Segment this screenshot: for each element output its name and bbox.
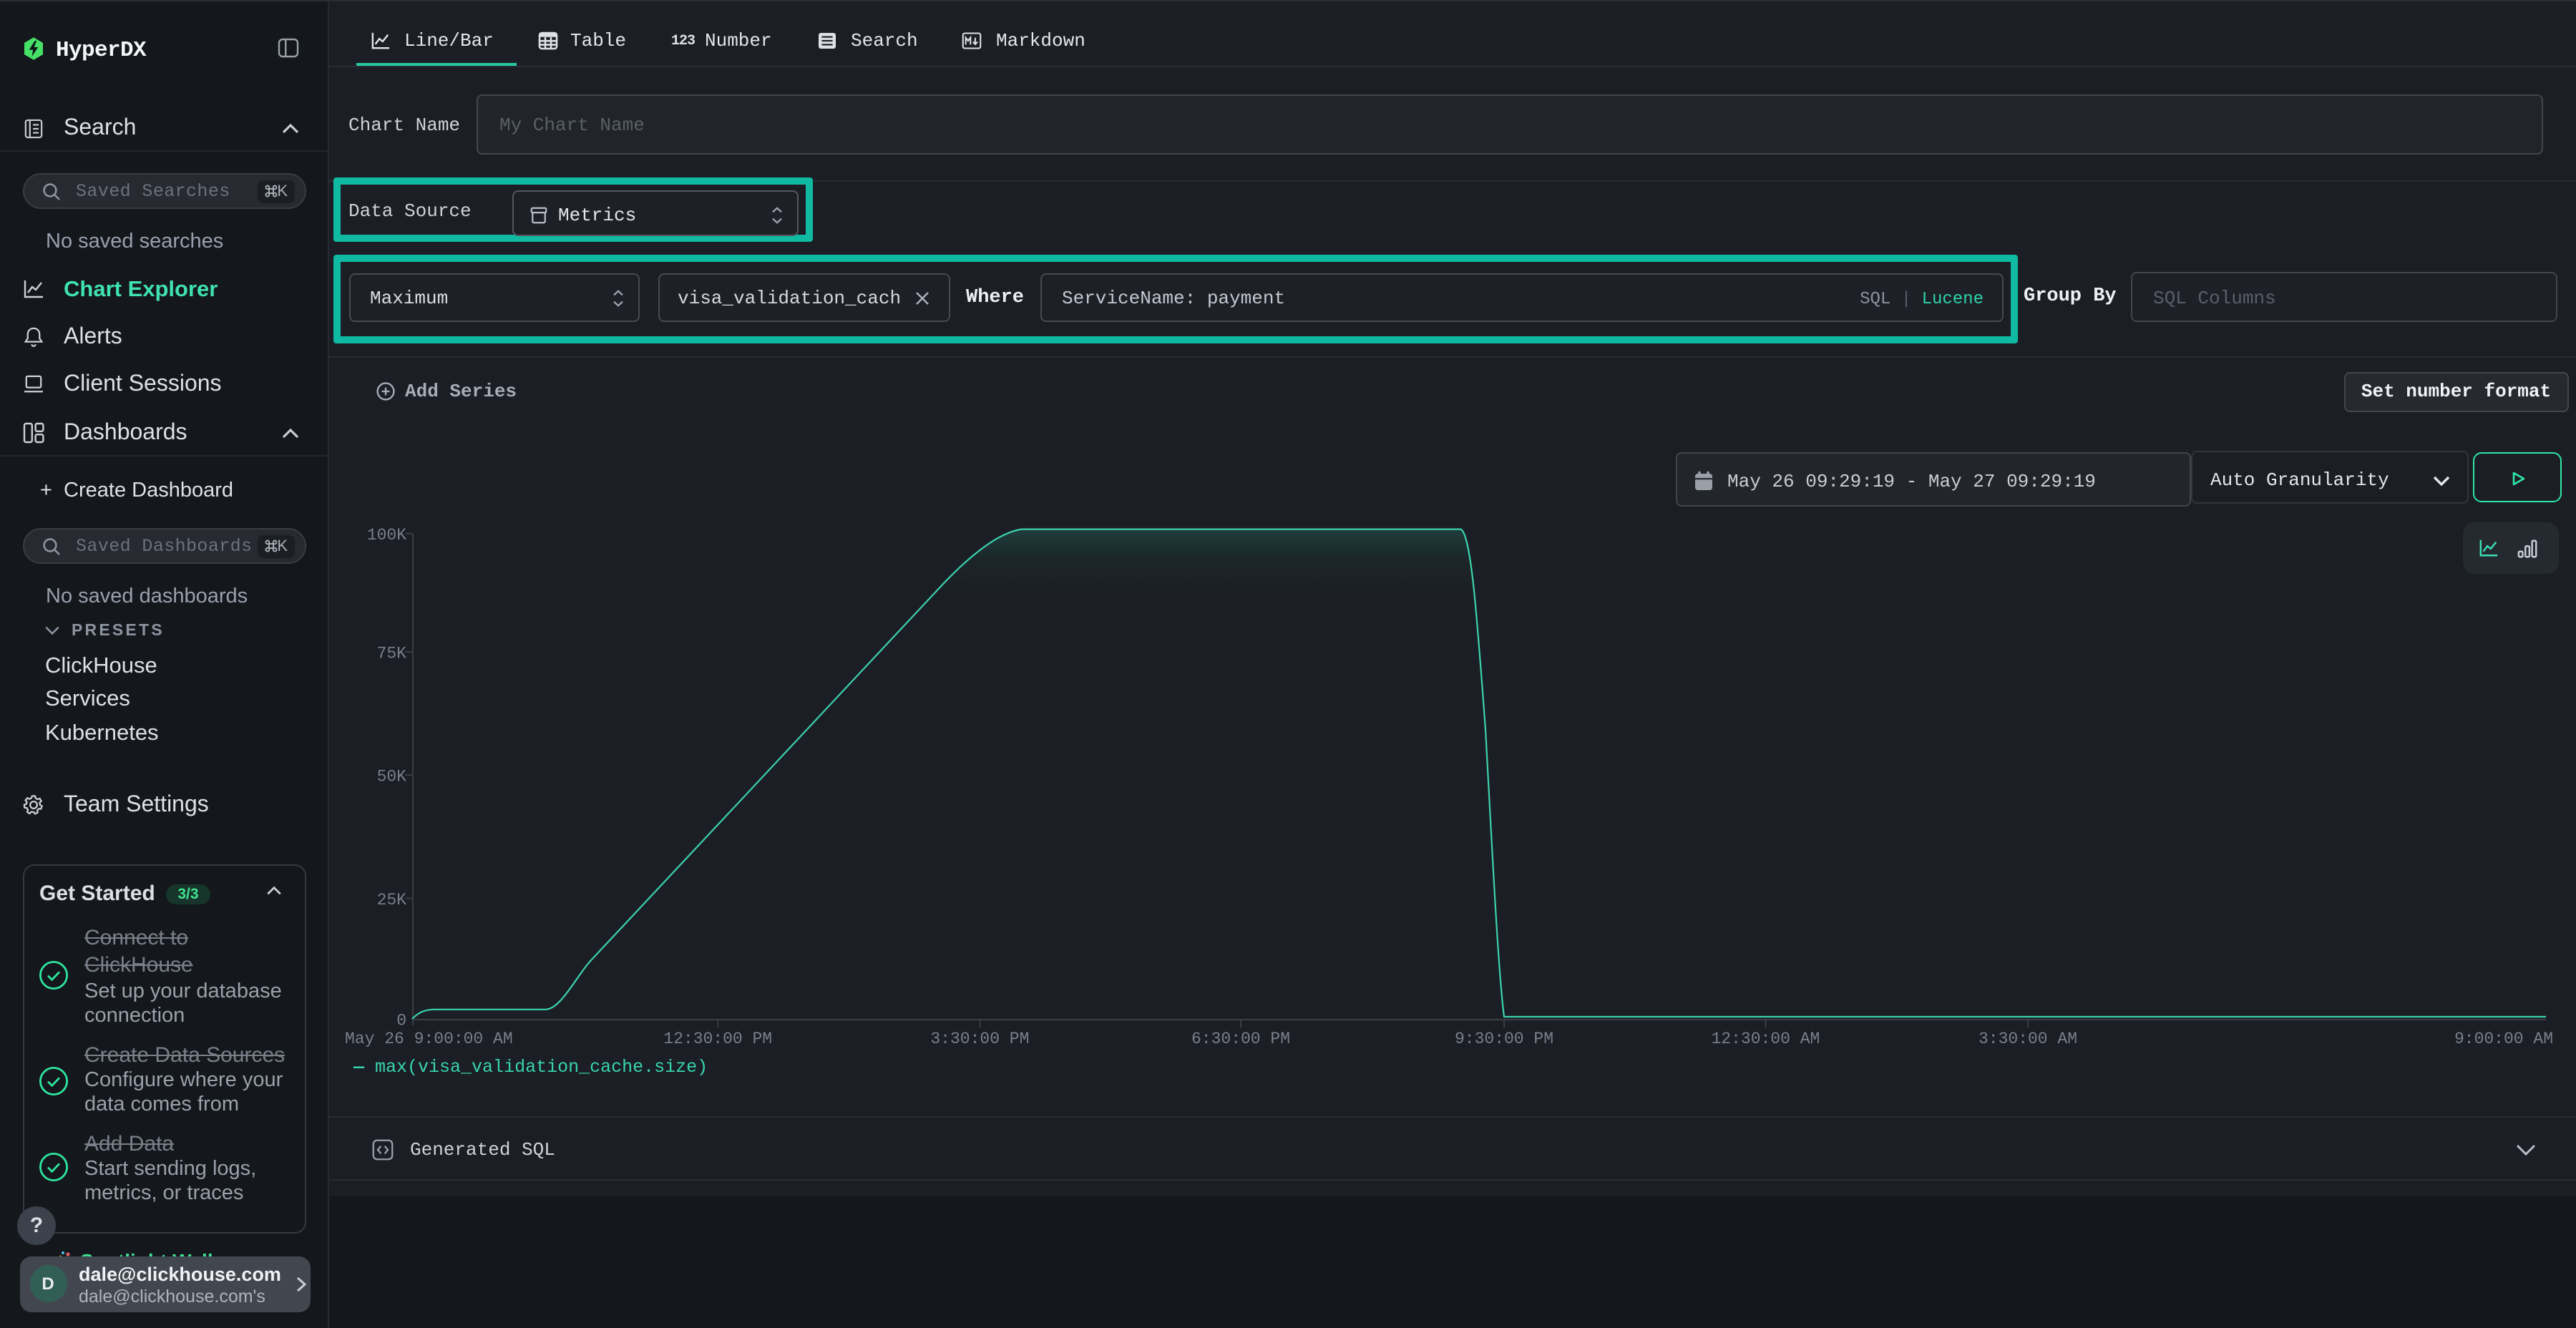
svg-text:6:30:00 PM: 6:30:00 PM (1191, 1030, 1290, 1048)
svg-text:50K: 50K (377, 768, 407, 786)
svg-text:9:30:00 PM: 9:30:00 PM (1455, 1030, 1553, 1048)
svg-text:12:30:00 AM: 12:30:00 AM (1711, 1030, 1820, 1048)
svg-text:12:30:00 PM: 12:30:00 PM (663, 1030, 772, 1048)
svg-text:75K: 75K (377, 644, 407, 663)
svg-text:May 26 9:00:00 AM: May 26 9:00:00 AM (345, 1030, 513, 1048)
svg-text:9:00:00 AM: 9:00:00 AM (2454, 1030, 2553, 1048)
svg-text:100K: 100K (367, 526, 406, 545)
svg-text:25K: 25K (377, 891, 407, 909)
svg-text:3:30:00 PM: 3:30:00 PM (930, 1030, 1029, 1048)
svg-text:3:30:00 AM: 3:30:00 AM (1979, 1030, 2077, 1048)
svg-text:0: 0 (396, 1012, 406, 1030)
